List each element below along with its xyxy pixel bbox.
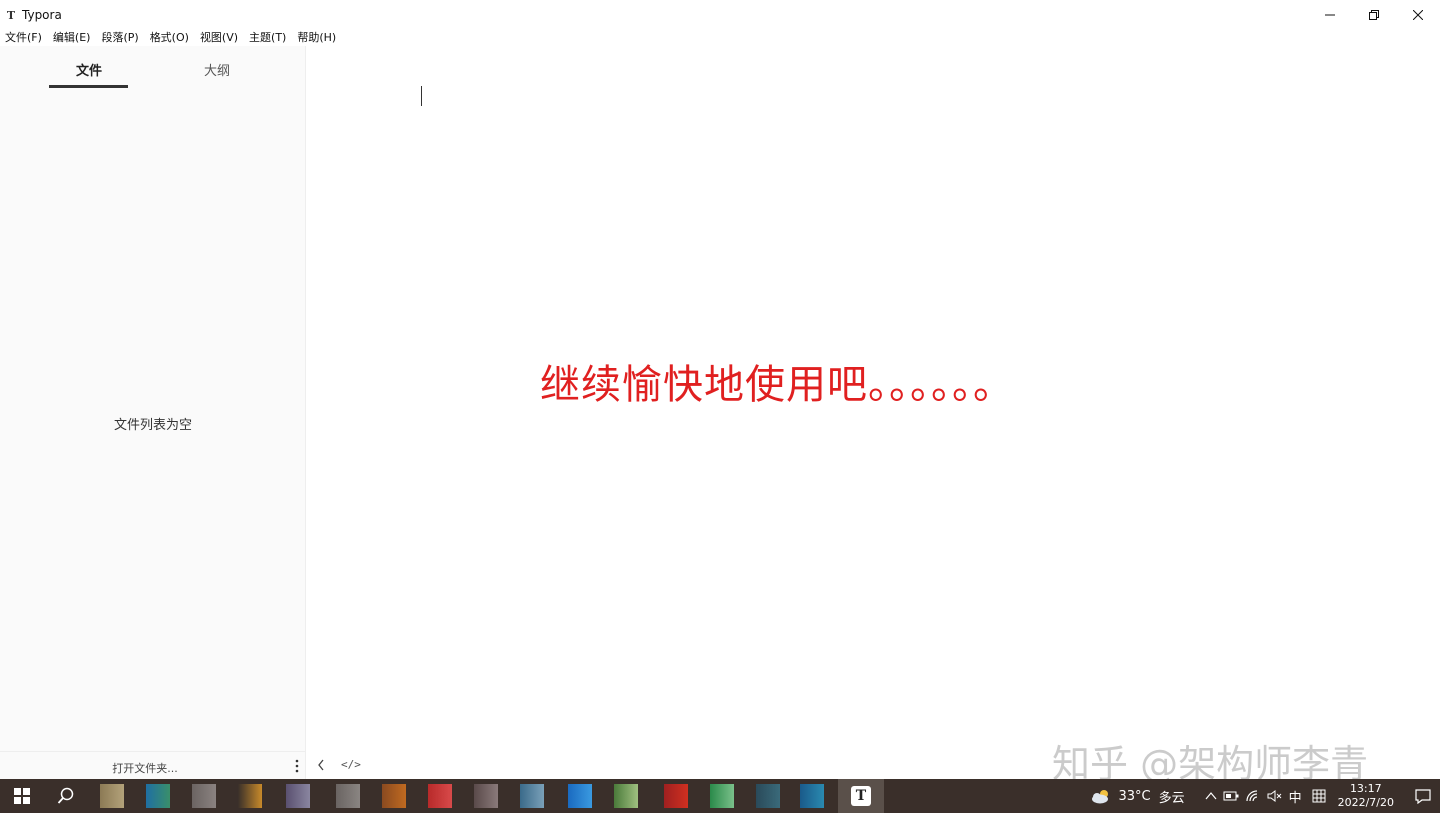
menu-theme[interactable]: 主题(T)	[244, 29, 292, 45]
notification-center-button[interactable]	[1406, 779, 1440, 813]
battery-icon[interactable]	[1223, 790, 1239, 802]
menu-format[interactable]: 格式(O)	[145, 29, 195, 45]
typora-app-icon: T	[6, 8, 16, 22]
weather-widget[interactable]: 33°C 多云	[1090, 787, 1198, 806]
taskbar-app-blurred[interactable]	[238, 784, 262, 808]
taskbar-app-blurred[interactable]	[286, 784, 310, 808]
typora-window: T Typora 文件(F) 编辑(E) 段落(P) 格式(O) 视图(V) 主…	[0, 0, 1440, 786]
taskbar-app-blurred[interactable]	[568, 784, 592, 808]
file-list-empty-message: 文件列表为空	[113, 418, 192, 433]
editor-footer: </>	[307, 751, 907, 779]
open-folder-button[interactable]: 打开文件夹...	[0, 760, 290, 776]
sidebar: 文件 大纲 文件列表为空 打开文件夹...	[0, 46, 306, 779]
more-vertical-icon[interactable]	[294, 759, 300, 773]
taskbar-app-blurred[interactable]	[614, 784, 638, 808]
start-button[interactable]	[0, 779, 44, 813]
typora-icon: T	[851, 786, 871, 806]
minimize-icon	[1325, 14, 1335, 16]
minimize-button[interactable]	[1308, 0, 1352, 30]
taskbar-app-blurred[interactable]	[100, 784, 124, 808]
taskbar-clock[interactable]: 13:17 2022/7/20	[1338, 782, 1394, 810]
taskbar-app-blurred[interactable]	[756, 784, 780, 808]
tab-outline[interactable]: 大纲	[204, 60, 230, 79]
overlay-caption: 继续愉快地使用吧。。。。。。	[540, 362, 1014, 408]
taskbar-app-blurred[interactable]	[382, 784, 406, 808]
taskbar-app-blurred[interactable]	[800, 784, 824, 808]
menu-edit[interactable]: 编辑(E)	[48, 29, 97, 45]
clock-time: 13:17	[1349, 782, 1382, 795]
menu-view[interactable]: 视图(V)	[195, 29, 244, 45]
window-controls	[1308, 0, 1440, 30]
clock-date: 2022/7/20	[1337, 796, 1394, 809]
taskbar-app-blurred[interactable]	[336, 784, 360, 808]
close-icon	[1413, 10, 1423, 20]
weather-description: 多云	[1158, 790, 1185, 806]
restore-button[interactable]	[1352, 0, 1396, 30]
title-bar[interactable]: T Typora	[0, 0, 1440, 30]
taskbar-typora-button[interactable]: T	[838, 779, 884, 813]
taskbar-app-blurred[interactable]	[146, 784, 170, 808]
taskbar-app-blurred[interactable]	[710, 784, 734, 808]
menu-bar: 文件(F) 编辑(E) 段落(P) 格式(O) 视图(V) 主题(T) 帮助(H…	[0, 28, 342, 46]
weather-temperature: 33°C	[1118, 788, 1151, 804]
system-tray: 33°C 多云 中 13:17 2022/7/20	[1090, 779, 1440, 813]
chevron-up-icon[interactable]	[1205, 790, 1217, 802]
ime-indicator[interactable]: 中	[1289, 787, 1302, 806]
taskbar-app-blurred[interactable]	[520, 784, 544, 808]
source-code-toggle[interactable]: </>	[341, 758, 361, 771]
active-tab-indicator	[49, 85, 128, 88]
search-icon	[57, 787, 74, 804]
taskbar-search-button[interactable]	[44, 779, 88, 813]
tab-files[interactable]: 文件	[76, 60, 102, 79]
taskbar-app-blurred[interactable]	[192, 784, 216, 808]
window-title: Typora	[22, 8, 62, 22]
sidebar-tabs: 文件 大纲	[0, 46, 306, 90]
menu-paragraph[interactable]: 段落(P)	[96, 29, 144, 45]
menu-help[interactable]: 帮助(H)	[292, 29, 342, 45]
taskbar-app-blurred[interactable]	[664, 784, 688, 808]
chevron-left-icon[interactable]	[316, 758, 326, 772]
close-button[interactable]	[1396, 0, 1440, 30]
menu-file[interactable]: 文件(F)	[0, 29, 48, 45]
restore-icon	[1369, 10, 1379, 20]
notification-icon	[1415, 789, 1431, 804]
cloudy-weather-icon	[1092, 790, 1109, 804]
sidebar-footer: 打开文件夹...	[0, 751, 306, 779]
taskbar: T 33°C 多云 中 13:17 2022/7/20	[0, 779, 1440, 813]
wifi-icon[interactable]	[1245, 789, 1261, 803]
windows-logo-icon	[14, 788, 30, 804]
volume-muted-icon[interactable]	[1267, 789, 1283, 803]
taskbar-app-blurred[interactable]	[474, 784, 498, 808]
keyboard-layout-icon[interactable]	[1312, 789, 1326, 803]
text-caret	[421, 86, 422, 106]
editor-area[interactable]: </>	[307, 46, 1440, 779]
taskbar-app-blurred[interactable]	[428, 784, 452, 808]
